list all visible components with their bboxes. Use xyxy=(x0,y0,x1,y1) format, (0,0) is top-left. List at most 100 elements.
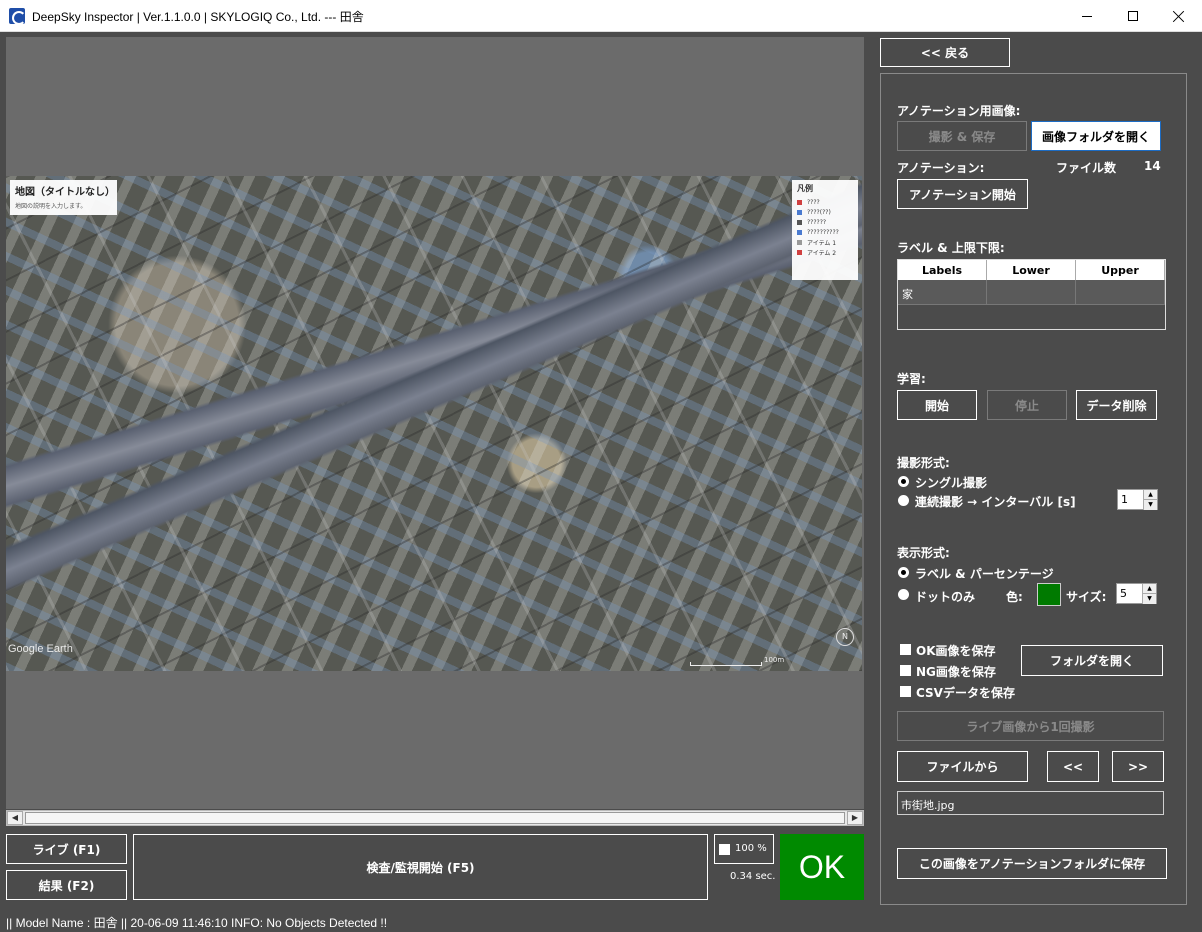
map-title-box: 地図（タイトルなし） 地図の説明を入力します。 xyxy=(10,180,117,215)
legend-swatch-icon xyxy=(797,229,802,235)
dot-only-radio[interactable] xyxy=(898,589,909,600)
title-bar: DeepSky Inspector | Ver.1.1.0.0 | SKYLOG… xyxy=(0,0,1202,32)
learn-stop-button[interactable]: 停止 xyxy=(987,390,1067,420)
color-label: 色: xyxy=(1006,590,1023,604)
file-name-field[interactable]: 市街地.jpg xyxy=(897,791,1164,815)
scroll-right-icon[interactable]: ▶ xyxy=(847,811,863,825)
zoom-value: 100 % xyxy=(735,843,767,854)
legend-item: アイテム 1 xyxy=(797,237,853,247)
start-inspection-button[interactable]: 検査/監視開始 (F5) xyxy=(133,834,708,900)
learning-label: 学習: xyxy=(897,372,926,386)
zoom-checkbox[interactable] xyxy=(719,844,730,855)
label-percentage-label: ラベル & パーセンテージ xyxy=(915,567,1054,581)
legend-swatch-icon xyxy=(797,219,802,225)
legend-swatch-icon xyxy=(797,199,802,205)
window-title: DeepSky Inspector | Ver.1.1.0.0 | SKYLOG… xyxy=(32,10,364,24)
map-legend: 凡例 ???? ????(??) ?????? ?????????? アイテム … xyxy=(792,180,858,280)
save-ok-checkbox[interactable] xyxy=(900,644,911,655)
open-image-folder-button[interactable]: 画像フォルダを開く xyxy=(1031,121,1161,151)
map-title: 地図（タイトルなし） xyxy=(15,187,115,198)
zoom-control: 100 % xyxy=(714,834,774,864)
table-cell[interactable] xyxy=(987,280,1076,305)
scrollbar-thumb[interactable] xyxy=(25,812,845,824)
column-header-lower: Lower xyxy=(987,260,1076,280)
legend-item: ???? xyxy=(797,197,853,207)
annotation-label: アノテーション: xyxy=(897,161,985,175)
stepper-down-icon[interactable]: ▼ xyxy=(1143,500,1157,510)
save-ng-checkbox[interactable] xyxy=(900,665,911,676)
minimize-icon xyxy=(1082,15,1092,17)
legend-item: ????(??) xyxy=(797,207,853,217)
legend-swatch-icon xyxy=(797,209,802,215)
column-header-labels: Labels xyxy=(898,260,987,280)
stepper-up-icon[interactable]: ▲ xyxy=(1142,584,1156,594)
minimize-button[interactable] xyxy=(1064,0,1110,32)
legend-item: ?????????? xyxy=(797,227,853,237)
google-earth-watermark: Google Earth xyxy=(8,643,73,655)
single-shot-radio[interactable] xyxy=(898,476,909,487)
column-header-upper: Upper xyxy=(1076,260,1165,280)
app-logo-icon xyxy=(9,8,26,25)
open-folder-button[interactable]: フォルダを開く xyxy=(1021,645,1163,676)
result-indicator: OK xyxy=(780,834,864,900)
save-ok-label: OK画像を保存 xyxy=(916,644,996,658)
save-to-annotation-folder-button[interactable]: この画像をアノテーションフォルダに保存 xyxy=(897,848,1167,879)
label-percentage-radio[interactable] xyxy=(898,567,909,578)
maximize-icon xyxy=(1128,11,1138,21)
scale-bar xyxy=(690,662,762,666)
table-row[interactable]: 家 xyxy=(898,280,1165,305)
legend-swatch-icon xyxy=(797,239,802,245)
dot-only-label: ドットのみ xyxy=(915,590,976,604)
scroll-left-icon[interactable]: ◀ xyxy=(7,811,23,825)
dot-color-swatch[interactable] xyxy=(1037,583,1061,606)
status-bar: || Model Name : 田舎 || 20-06-09 11:46:10 … xyxy=(6,916,388,930)
save-ng-label: NG画像を保存 xyxy=(916,665,996,679)
map-description: 地図の説明を入力します。 xyxy=(15,203,87,210)
image-viewer[interactable]: 地図（タイトルなし） 地図の説明を入力します。 凡例 ???? ????(??)… xyxy=(6,37,864,809)
close-button[interactable] xyxy=(1156,0,1202,32)
legend-item: アイテム 2 xyxy=(797,247,853,257)
size-stepper[interactable]: 5 ▲ ▼ xyxy=(1116,583,1157,604)
compass-icon: N xyxy=(836,628,854,646)
interval-value: 1 xyxy=(1121,493,1128,506)
size-label: サイズ: xyxy=(1066,590,1107,604)
stepper-up-icon[interactable]: ▲ xyxy=(1143,490,1157,500)
from-file-button[interactable]: ファイルから xyxy=(897,751,1028,782)
capture-once-button[interactable]: ライブ画像から1回撮影 xyxy=(897,711,1164,741)
learn-start-button[interactable]: 開始 xyxy=(897,390,977,420)
previous-image-button[interactable]: << xyxy=(1047,751,1099,782)
next-image-button[interactable]: >> xyxy=(1112,751,1164,782)
table-cell[interactable]: 家 xyxy=(898,280,987,305)
stepper-down-icon[interactable]: ▼ xyxy=(1142,594,1156,604)
table-cell[interactable] xyxy=(1076,280,1165,305)
save-csv-label: CSVデータを保存 xyxy=(916,686,1015,700)
processing-time: 0.34 sec. xyxy=(730,871,776,882)
labels-limits-label: ラベル & 上限下限: xyxy=(897,241,1005,255)
scale-label: 100m xyxy=(764,656,785,664)
size-value: 5 xyxy=(1120,587,1127,600)
single-shot-label: シングル撮影 xyxy=(915,476,988,490)
start-annotation-button[interactable]: アノテーション開始 xyxy=(897,179,1028,209)
live-button[interactable]: ライブ (F1) xyxy=(6,834,127,864)
labels-table[interactable]: Labels Lower Upper 家 xyxy=(897,259,1166,330)
legend-title: 凡例 xyxy=(797,184,813,193)
back-button[interactable]: << 戻る xyxy=(880,38,1010,67)
delete-data-button[interactable]: データ削除 xyxy=(1076,390,1157,420)
legend-item: ?????? xyxy=(797,217,853,227)
close-icon xyxy=(1173,10,1185,22)
horizontal-scrollbar[interactable]: ◀ ▶ xyxy=(6,810,864,826)
capture-mode-label: 撮影形式: xyxy=(897,456,950,470)
interval-stepper[interactable]: 1 ▲ ▼ xyxy=(1117,489,1158,510)
table-header: Labels Lower Upper xyxy=(898,260,1165,280)
legend-swatch-icon xyxy=(797,249,802,255)
file-count-value: 14 xyxy=(1144,159,1161,173)
maximize-button[interactable] xyxy=(1110,0,1156,32)
continuous-shot-radio[interactable] xyxy=(898,495,909,506)
capture-save-button[interactable]: 撮影 & 保存 xyxy=(897,121,1027,151)
save-csv-checkbox[interactable] xyxy=(900,686,911,697)
display-mode-label: 表示形式: xyxy=(897,546,950,560)
result-button[interactable]: 結果 (F2) xyxy=(6,870,127,900)
file-count-label: ファイル数 xyxy=(1056,161,1117,175)
annotation-images-label: アノテーション用画像: xyxy=(897,104,1021,118)
aerial-map-image: 地図（タイトルなし） 地図の説明を入力します。 凡例 ???? ????(??)… xyxy=(6,176,862,671)
